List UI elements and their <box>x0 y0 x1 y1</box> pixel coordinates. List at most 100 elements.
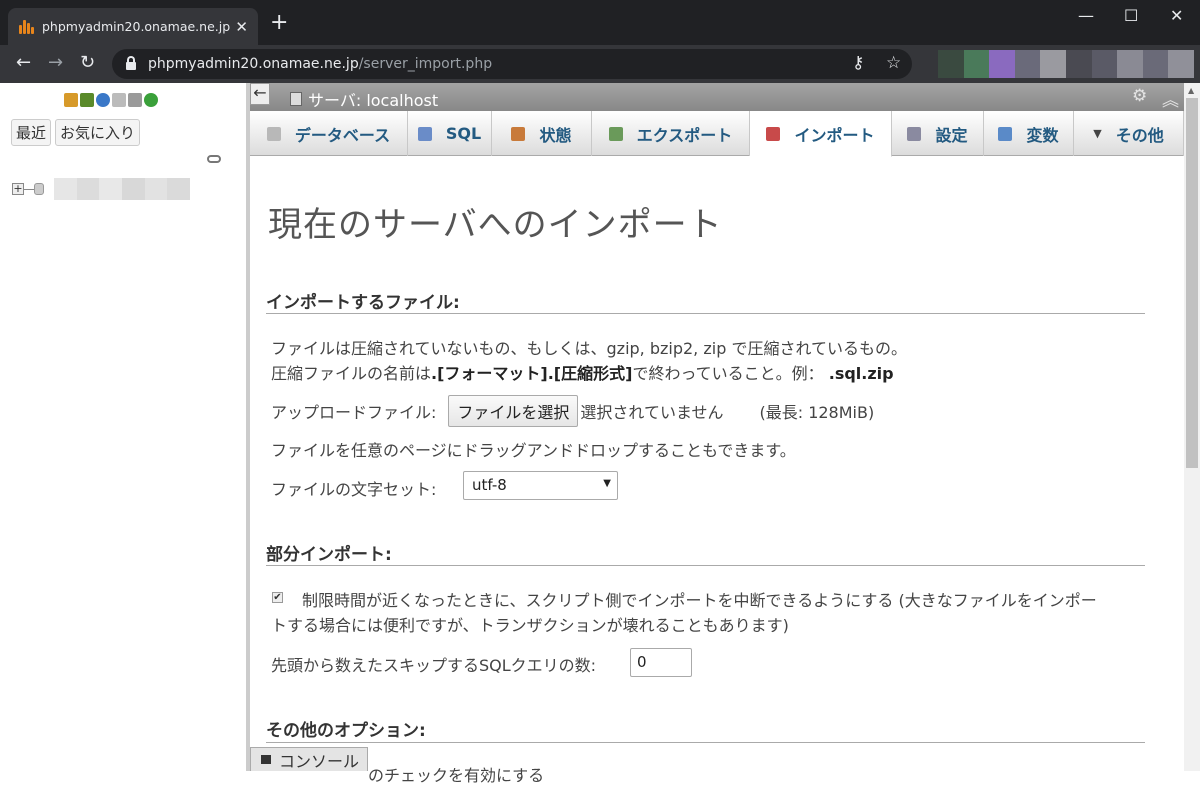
upload-row: アップロードファイル: ファイルを選択 選択されていません (最長: 128Mi… <box>271 395 874 427</box>
blurred-extension <box>1142 50 1169 78</box>
forward-button[interactable]: → <box>48 53 63 73</box>
bookmark-star-icon[interactable]: ☆ <box>886 53 901 73</box>
tab-label: SQL <box>445 124 482 143</box>
blurred-extension <box>1091 50 1118 78</box>
sql-icon <box>417 126 432 141</box>
allow-interrupt-label-2: トする場合には便利ですが、トランザクションが壊れることもあります) <box>271 616 789 635</box>
database-name-blurred[interactable] <box>54 178 191 200</box>
divider <box>266 313 1145 314</box>
skip-queries-label: 先頭から数えたスキップするSQLクエリの数: <box>271 656 597 675</box>
blurred-extension <box>1117 50 1143 78</box>
tree-line <box>24 188 34 190</box>
other-option-text: のチェックを有効にする <box>368 766 545 785</box>
url-text: phpmyadmin20.onamae.ne.jp/server_import.… <box>148 56 493 72</box>
tab-import[interactable]: インポート <box>750 111 892 157</box>
max-size-text: (最長: 128MiB) <box>759 403 875 422</box>
favorites-tab[interactable]: お気に入り <box>55 119 141 146</box>
blurred-extension <box>938 50 964 78</box>
database-icon <box>266 126 281 141</box>
tab-label: 変数 <box>1026 125 1059 145</box>
import-icon <box>766 126 781 141</box>
tab-sql[interactable]: SQL <box>408 111 492 156</box>
drag-drop-hint: ファイルを任意のページにドラッグアンドドロップすることもできます。 <box>271 441 796 460</box>
blur-block <box>144 178 168 200</box>
blurred-extension <box>1065 50 1092 78</box>
tab-label: 設定 <box>935 125 968 145</box>
scroll-thumb[interactable] <box>1186 98 1198 468</box>
console-toggle[interactable]: コンソール <box>250 747 368 771</box>
blurred-extension <box>989 50 1015 78</box>
server-label: サーバ: localhost <box>308 91 439 110</box>
file-description-2: 圧縮ファイルの名前は.[フォーマット].[圧縮形式]で終わっていること。例： .… <box>271 364 894 383</box>
browser-tab[interactable]: phpmyadmin20.onamae.ne.jp / lo ✕ <box>8 8 258 45</box>
tab-label: データベース <box>294 125 391 145</box>
navigation-panel: 最近 お気に入り + <box>0 83 248 771</box>
blur-block <box>54 178 77 200</box>
section-other-heading: その他のオプション: <box>266 721 426 741</box>
collapse-top-icon[interactable]: ︽ <box>1162 86 1179 111</box>
choose-file-button[interactable]: ファイルを選択 <box>448 395 579 427</box>
charset-value: utf-8 <box>472 476 507 494</box>
tab-label: その他 <box>1115 125 1164 145</box>
divider <box>266 565 1145 566</box>
tab-variables[interactable]: 変数 <box>984 111 1074 156</box>
status-icon <box>511 126 526 141</box>
scroll-up-icon[interactable]: ▲ <box>1188 86 1194 95</box>
tab-status[interactable]: 状態 <box>492 111 592 156</box>
upload-label: アップロードファイル: <box>271 403 437 422</box>
collapse-nav-button[interactable]: ← <box>250 83 270 105</box>
charset-select[interactable]: utf-8 ▼ <box>463 471 618 500</box>
main-menu: データベース SQL 状態 エクスポート インポート 設定 変数 ▼ その他 <box>250 111 1184 157</box>
import-page: 現在のサーバへのインポート インポートするファイル: ファイルは圧縮されていない… <box>250 157 1184 785</box>
console-label: コンソール <box>279 751 360 771</box>
blurred-extension <box>1168 50 1194 78</box>
allow-interrupt-label-1: 制限時間が近くなったときに、スクリプト側でインポートを中断できるようにする (大… <box>302 591 1097 610</box>
expand-icon[interactable]: + <box>12 183 24 195</box>
settings-icon <box>907 126 922 141</box>
variables-icon <box>998 126 1013 141</box>
reload-icon[interactable] <box>144 93 158 107</box>
blurred-extension <box>1040 50 1066 78</box>
tab-settings[interactable]: 設定 <box>892 111 984 156</box>
blurred-extension <box>963 50 990 78</box>
charset-label: ファイルの文字セット: <box>271 480 437 499</box>
database-icon <box>34 183 44 195</box>
browser-tabstrip: phpmyadmin20.onamae.ne.jp / lo ✕ + — ☐ ✕ <box>0 0 1200 45</box>
reload-button[interactable]: ↻ <box>80 53 95 73</box>
minimize-button[interactable]: — <box>1078 6 1094 25</box>
extensions-blurred <box>938 50 1194 78</box>
export-icon <box>608 126 623 141</box>
recent-tab[interactable]: 最近 <box>11 119 52 146</box>
lock-icon <box>126 56 136 70</box>
db-tree-row[interactable]: + <box>12 178 191 200</box>
browser-toolbar: ← → ↻ phpmyadmin20.onamae.ne.jp/server_i… <box>0 45 1200 83</box>
nav-panel-icons <box>64 93 158 107</box>
server-breadcrumb[interactable]: サーバ: localhost <box>290 87 438 111</box>
settings-gear-icon[interactable]: ⚙ <box>1132 86 1147 106</box>
help-icon[interactable] <box>96 93 110 107</box>
link-with-main-icon[interactable] <box>207 155 221 163</box>
back-button[interactable]: ← <box>16 53 31 73</box>
key-icon[interactable]: ⚷ <box>852 53 864 73</box>
logout-icon[interactable] <box>80 93 94 107</box>
close-window-button[interactable]: ✕ <box>1170 6 1183 25</box>
new-tab-button[interactable]: + <box>270 12 288 34</box>
address-bar[interactable]: phpmyadmin20.onamae.ne.jp/server_import.… <box>112 49 912 79</box>
tab-databases[interactable]: データベース <box>250 111 408 156</box>
allow-interrupt-checkbox[interactable]: ✔ <box>272 592 283 603</box>
section-partial-heading: 部分インポート: <box>266 545 392 565</box>
page-title: 現在のサーバへのインポート <box>268 205 723 245</box>
docs-icon[interactable] <box>112 93 126 107</box>
skip-queries-input[interactable]: 0 <box>630 648 692 677</box>
page-scrollbar[interactable]: ▲ <box>1184 83 1200 771</box>
blur-block <box>76 178 100 200</box>
home-icon[interactable] <box>64 93 78 107</box>
console-icon <box>261 755 271 764</box>
maximize-button[interactable]: ☐ <box>1124 6 1138 25</box>
tab-close-icon[interactable]: ✕ <box>235 18 248 36</box>
tab-more[interactable]: ▼ その他 <box>1074 111 1184 156</box>
blur-block <box>122 178 145 200</box>
tab-export[interactable]: エクスポート <box>592 111 750 156</box>
settings-icon[interactable] <box>128 93 142 107</box>
dropdown-arrow-icon: ▼ <box>603 478 611 489</box>
